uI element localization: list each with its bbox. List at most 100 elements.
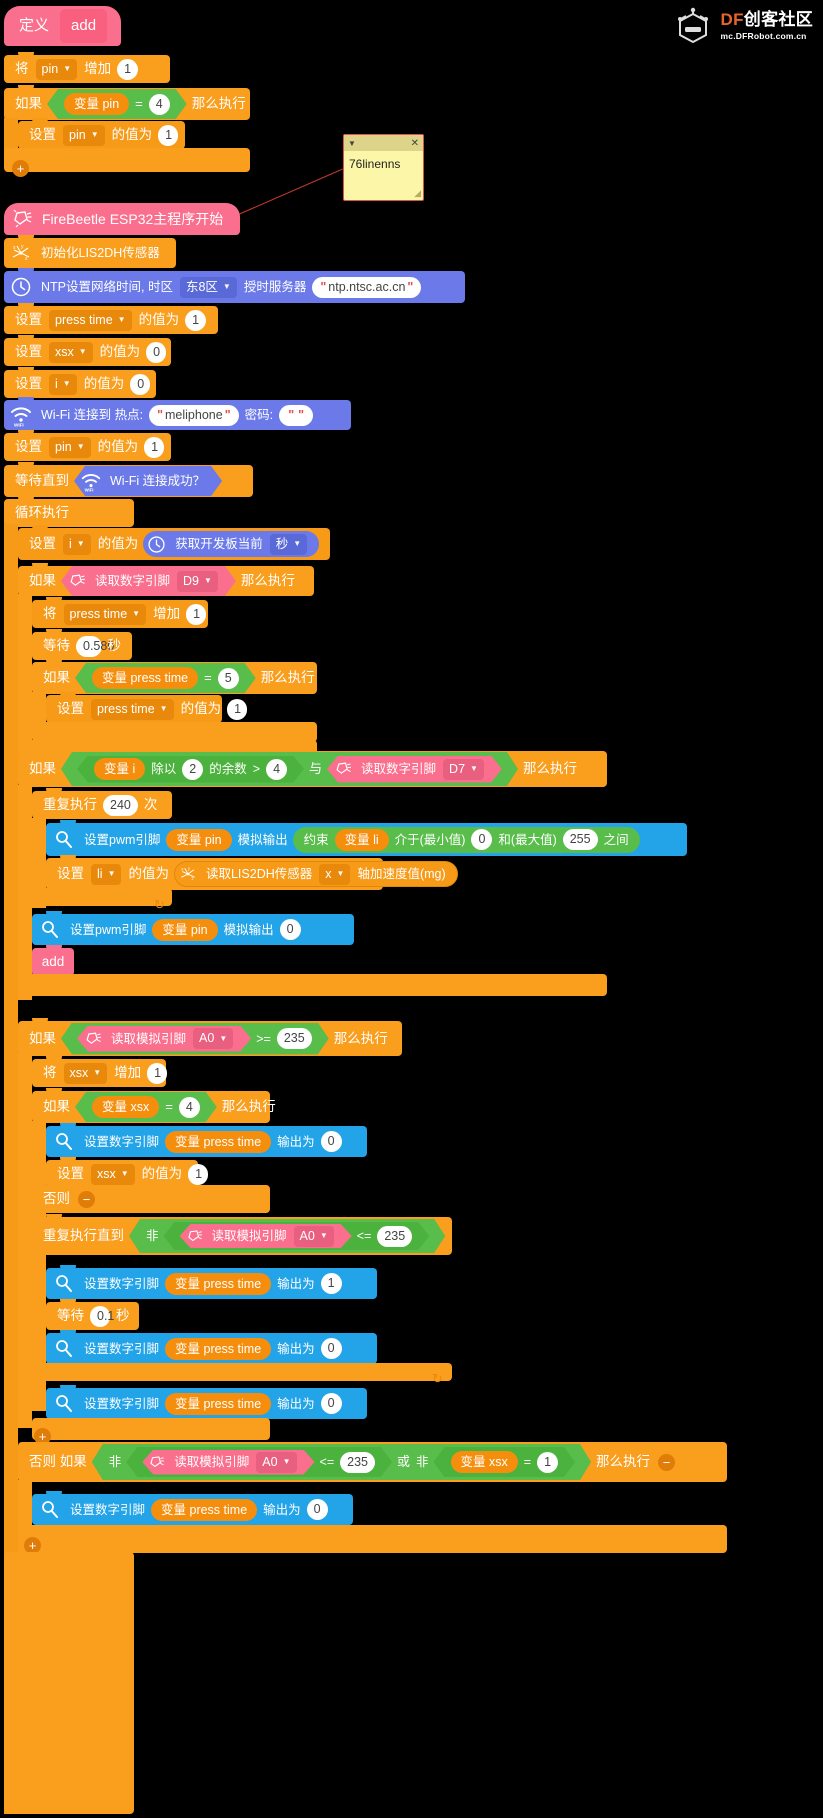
else-if-footer[interactable]: +	[18, 1525, 727, 1554]
change-xsx-block[interactable]: 将 xsx ▼ 增加 1	[32, 1056, 168, 1087]
variable-reporter-xsx[interactable]: 变量 xsx	[92, 1096, 159, 1118]
variable-dropdown-pin-2[interactable]: pin ▼	[63, 124, 105, 146]
set-pin-block[interactable]: 设置 pin ▼ 的值为 1	[4, 430, 171, 461]
variable-reporter-press-time[interactable]: 变量 press time	[92, 667, 198, 689]
axis-dropdown[interactable]: x ▼	[319, 863, 351, 885]
main-program-start-hat[interactable]: FireBeetle ESP32主程序开始	[4, 203, 241, 235]
repeat-count[interactable]: 240	[103, 794, 138, 816]
digital-write-value[interactable]: 0	[320, 1393, 342, 1414]
pwm-value[interactable]: 0	[279, 919, 301, 940]
if-mod-footer[interactable]	[18, 974, 607, 996]
function-name[interactable]: add	[60, 9, 108, 43]
wifi-ssid-field[interactable]: " meliphone "	[149, 404, 239, 426]
ntp-server-field[interactable]: " ntp.ntsc.ac.cn "	[312, 276, 422, 298]
digital-write-value[interactable]: 0	[306, 1499, 328, 1520]
variable-dropdown-i[interactable]: i ▼	[63, 533, 91, 555]
time-unit-dropdown[interactable]: 秒 ▼	[269, 533, 308, 555]
wait-01-block[interactable]: 等待 0.1 秒	[46, 1299, 139, 1330]
repeat-until-footer[interactable]: ↻	[32, 1363, 452, 1386]
blockly-workspace[interactable]: DF创客社区 mc.DFRobot.com.cn 定义 add 将 pin ▼ 增…	[0, 0, 823, 1818]
and-operator[interactable]: 变量 i 除以 2 的余数 > 4 与 读取数字引脚 D7 ▼	[61, 752, 518, 786]
change-variable-block[interactable]: 将 pin ▼ 增加 1	[4, 52, 170, 83]
if-block-header[interactable]: 如果 变量 pin = 4 那么执行	[4, 85, 250, 120]
forever-loop-tail[interactable]	[4, 1552, 134, 1814]
mod-divisor[interactable]: 2	[182, 759, 203, 780]
init-lis2dh-block[interactable]: x y z 初始化LIS2DH传感器	[4, 235, 176, 268]
digital-write-block-1[interactable]: 设置数字引脚 变量 press time 输出为 0	[46, 1123, 367, 1157]
pwm-write-constrain-block[interactable]: 设置pwm引脚 变量 pin 模拟输出 约束 变量 li 介于(最小值) 0 和…	[46, 820, 687, 856]
compare-value[interactable]: 4	[179, 1097, 200, 1118]
pin-dropdown-a0[interactable]: A0 ▼	[294, 1226, 334, 1247]
call-function-add-block[interactable]: add	[32, 945, 74, 976]
digital-read-d7-predicate[interactable]: 读取数字引脚 D7 ▼	[327, 756, 502, 783]
analog-read-a0-reporter[interactable]: 读取模拟引脚 A0 ▼	[180, 1224, 352, 1248]
ntp-settime-block[interactable]: NTP设置网络时间, 时区 东8区 ▼ 授时服务器 " ntp.ntsc.ac.cn…	[4, 268, 465, 303]
digital-write-block-5[interactable]: 设置数字引脚 变量 press time 输出为 0	[32, 1491, 353, 1525]
compare-value[interactable]: 1	[537, 1452, 558, 1473]
set-i-seconds-block[interactable]: 设置 i ▼ 的值为 获取开发板当前 秒 ▼	[18, 525, 330, 560]
compare-value[interactable]: 4	[266, 759, 287, 780]
plus-circle-icon[interactable]: +	[12, 160, 29, 177]
comment-note-titlebar[interactable]: ▼ ✕	[344, 135, 423, 151]
set-value[interactable]: 1	[158, 124, 179, 146]
change-amount[interactable]: 1	[186, 603, 207, 625]
or-operator[interactable]: 非 读取模拟引脚 A0 ▼ <= 235 或 非 变量 xsx = 1	[92, 1444, 591, 1480]
gte-operator[interactable]: 读取模拟引脚 A0 ▼ >= 235	[61, 1023, 329, 1055]
variable-reporter-press-time[interactable]: 变量 press time	[151, 1498, 258, 1521]
equals-operator[interactable]: 变量 pin = 4	[47, 89, 187, 119]
if-a0-header[interactable]: 如果 读取模拟引脚 A0 ▼ >= 235 那么执行	[18, 1018, 402, 1056]
equals-operator-2[interactable]: 变量 xsx = 1	[434, 1447, 576, 1477]
pin-dropdown-a0[interactable]: A0 ▼	[256, 1452, 296, 1473]
if-mod-and-d7-header[interactable]: 如果 变量 i 除以 2 的余数 > 4 与 读取数字引脚 D7 ▼ 那么执行	[18, 748, 607, 787]
digital-write-block-4[interactable]: 设置数字引脚 变量 press time 输出为 0	[46, 1385, 367, 1419]
else-if-header[interactable]: 否则 如果 非 读取模拟引脚 A0 ▼ <= 235 或 非 变量 xsx = …	[18, 1442, 727, 1482]
equals-operator[interactable]: 变量 press time = 5	[75, 663, 256, 693]
wait-until-block[interactable]: 等待直到 WIFI Wi-Fi 连接成功？	[4, 462, 253, 497]
digital-write-block-3[interactable]: 设置数字引脚 变量 press time 输出为 0	[46, 1330, 377, 1364]
constrain-reporter[interactable]: 约束 变量 li 介于(最小值) 0 和(最大值) 255 之间	[292, 826, 640, 853]
set-xsx-one-block[interactable]: 设置 xsx ▼ 的值为 1	[46, 1157, 209, 1188]
if-block-footer[interactable]: +	[4, 148, 250, 177]
repeat-240-header[interactable]: 重复执行 240 次	[32, 788, 172, 819]
wait-value[interactable]: 0.580	[76, 635, 114, 657]
function-definition-hat[interactable]: 定义 add	[4, 6, 122, 46]
wifi-connect-block[interactable]: WIFI Wi-Fi 连接到 热点: " meliphone " 密码: " "	[4, 397, 351, 430]
if-d9-header[interactable]: 如果 读取数字引脚 D9 ▼ 那么执行	[18, 563, 314, 596]
comment-note[interactable]: ▼ ✕ 76linenns ◢	[343, 134, 424, 201]
triangle-down-icon[interactable]: ▼	[348, 139, 356, 148]
variable-dropdown-xsx[interactable]: xsx ▼	[49, 341, 93, 363]
equals-operator[interactable]: 变量 xsx = 4	[75, 1092, 217, 1122]
compare-value[interactable]: 5	[218, 668, 239, 689]
minus-circle-icon[interactable]: −	[658, 1453, 676, 1471]
set-press-time-block[interactable]: 设置 press time ▼ 的值为 1	[4, 303, 218, 334]
set-value[interactable]: 0	[146, 341, 167, 363]
digital-read-d9-predicate[interactable]: 读取数字引脚 D9 ▼	[61, 566, 236, 596]
variable-reporter-pin[interactable]: 变量 pin	[64, 93, 129, 115]
pwm-write-zero-block[interactable]: 设置pwm引脚 变量 pin 模拟输出 0	[32, 911, 354, 945]
resize-grip-icon[interactable]: ◢	[414, 188, 421, 199]
variable-reporter-press-time[interactable]: 变量 press time	[165, 1130, 272, 1153]
else-branch-header[interactable]: 否则 −	[32, 1185, 270, 1213]
if-press-footer[interactable]	[32, 722, 317, 742]
wifi-password-field[interactable]: " "	[279, 404, 314, 426]
variable-dropdown-pin[interactable]: pin ▼	[49, 436, 91, 458]
analog-read-a0-reporter[interactable]: 读取模拟引脚 A0 ▼	[142, 1450, 314, 1475]
if-xsx-footer[interactable]: +	[32, 1418, 270, 1445]
variable-dropdown-xsx[interactable]: xsx ▼	[63, 1062, 108, 1084]
variable-reporter-xsx[interactable]: 变量 xsx	[451, 1451, 518, 1473]
constrain-min-value[interactable]: 0	[471, 829, 493, 850]
set-li-block[interactable]: 设置 li ▼ 的值为 x y z 读取LIS2DH传感器 x ▼ 轴加速度值(mg…	[46, 855, 458, 890]
variable-dropdown-pin[interactable]: pin ▼	[35, 58, 78, 80]
variable-reporter-pin[interactable]: 变量 pin	[152, 918, 218, 941]
wait-value[interactable]: 0.1	[90, 1305, 114, 1327]
variable-reporter-press-time[interactable]: 变量 press time	[165, 1337, 272, 1360]
set-value[interactable]: 1	[144, 436, 165, 458]
minus-circle-icon[interactable]: −	[78, 1190, 95, 1208]
variable-dropdown-li[interactable]: li ▼	[91, 863, 122, 885]
variable-dropdown-press-time[interactable]: press time ▼	[63, 603, 147, 625]
set-variable-block[interactable]: 设置 pin ▼ 的值为 1	[18, 118, 185, 149]
pin-dropdown-d9[interactable]: D9 ▼	[177, 571, 218, 592]
lte-operator[interactable]: 读取模拟引脚 A0 ▼ <= 235	[164, 1222, 430, 1250]
repeat-until-header[interactable]: 重复执行直到 非 读取模拟引脚 A0 ▼ <= 235	[32, 1214, 452, 1255]
change-amount[interactable]: 1	[117, 58, 139, 80]
